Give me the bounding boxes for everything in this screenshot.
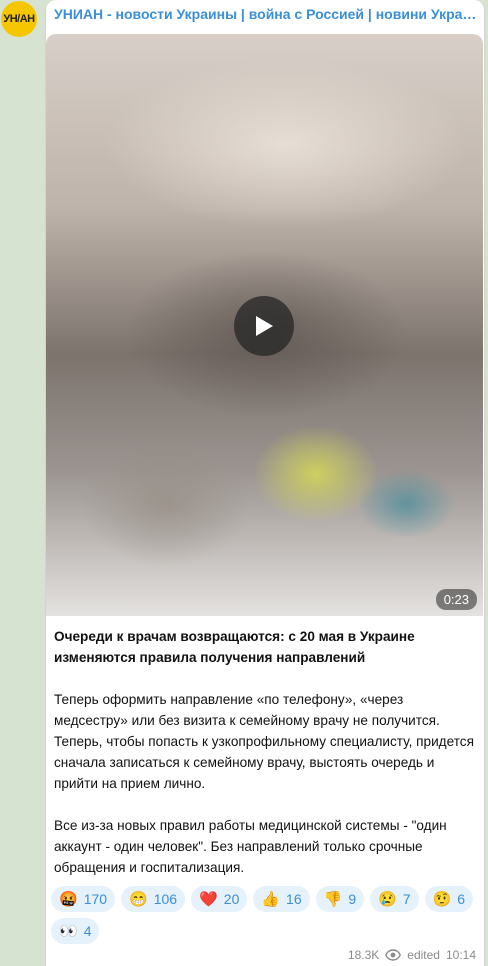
post-headline: Очереди к врачам возвращаются: с 20 мая … [54,629,415,665]
message-footer: 18.3K edited 10:14 [348,948,476,962]
reaction-eyes[interactable]: 👀 4 [51,918,100,944]
reaction-count: 7 [402,891,411,907]
reaction-count: 170 [83,891,108,907]
reaction-rage[interactable]: 🤬 170 [51,886,116,912]
thumbs-up-emoji-icon: 👍 [261,890,281,908]
eye-icon [385,949,402,961]
post-paragraph-2: Все из-за новых правил работы медицинско… [54,818,447,875]
eyes-emoji-icon: 👀 [59,922,78,940]
reaction-thumbs-down[interactable]: 👎 9 [315,886,365,912]
reaction-grin[interactable]: 😁 106 [121,886,186,912]
video-duration: 0:23 [435,589,477,610]
heart-emoji-icon: ❤️ [199,890,218,908]
reaction-count: 6 [457,891,466,907]
play-icon [256,316,273,336]
post-paragraph-1: Теперь оформить направление «по телефону… [54,692,474,791]
rage-emoji-icon: 🤬 [59,890,78,908]
message-text: Очереди к врачам возвращаются: с 20 мая … [54,626,478,899]
message-time: 10:14 [445,948,476,962]
channel-name[interactable]: УНИАН - новости Украины | война с Россие… [54,6,478,22]
reaction-raised-eyebrow[interactable]: 🤨 6 [424,886,474,912]
reaction-count: 16 [286,891,302,907]
reaction-count: 20 [223,891,240,907]
cry-emoji-icon: 😢 [378,890,397,908]
reaction-thumbs-up[interactable]: 👍 16 [253,886,310,912]
view-count: 18.3K [347,948,380,962]
edited-label: edited [407,948,440,962]
video-preview[interactable]: 0:23 [46,34,483,616]
raised-eyebrow-emoji-icon: 🤨 [432,890,452,908]
reaction-count: 106 [153,891,178,907]
channel-avatar-logo: УН/АН [3,13,35,25]
reaction-count: 9 [348,891,357,907]
reaction-cry[interactable]: 😢 7 [370,886,419,912]
reaction-count: 4 [83,923,92,939]
thumbs-down-emoji-icon: 👎 [323,890,343,908]
play-button[interactable] [234,296,294,356]
channel-avatar[interactable]: УН/АН [1,1,37,37]
grin-emoji-icon: 😁 [129,890,148,908]
reaction-heart[interactable]: ❤️ 20 [191,886,248,912]
reactions-bar: 🤬 170 😁 106 ❤️ 20 👍 16 👎 9 😢 7 🤨 6 👀 4 [51,886,481,944]
